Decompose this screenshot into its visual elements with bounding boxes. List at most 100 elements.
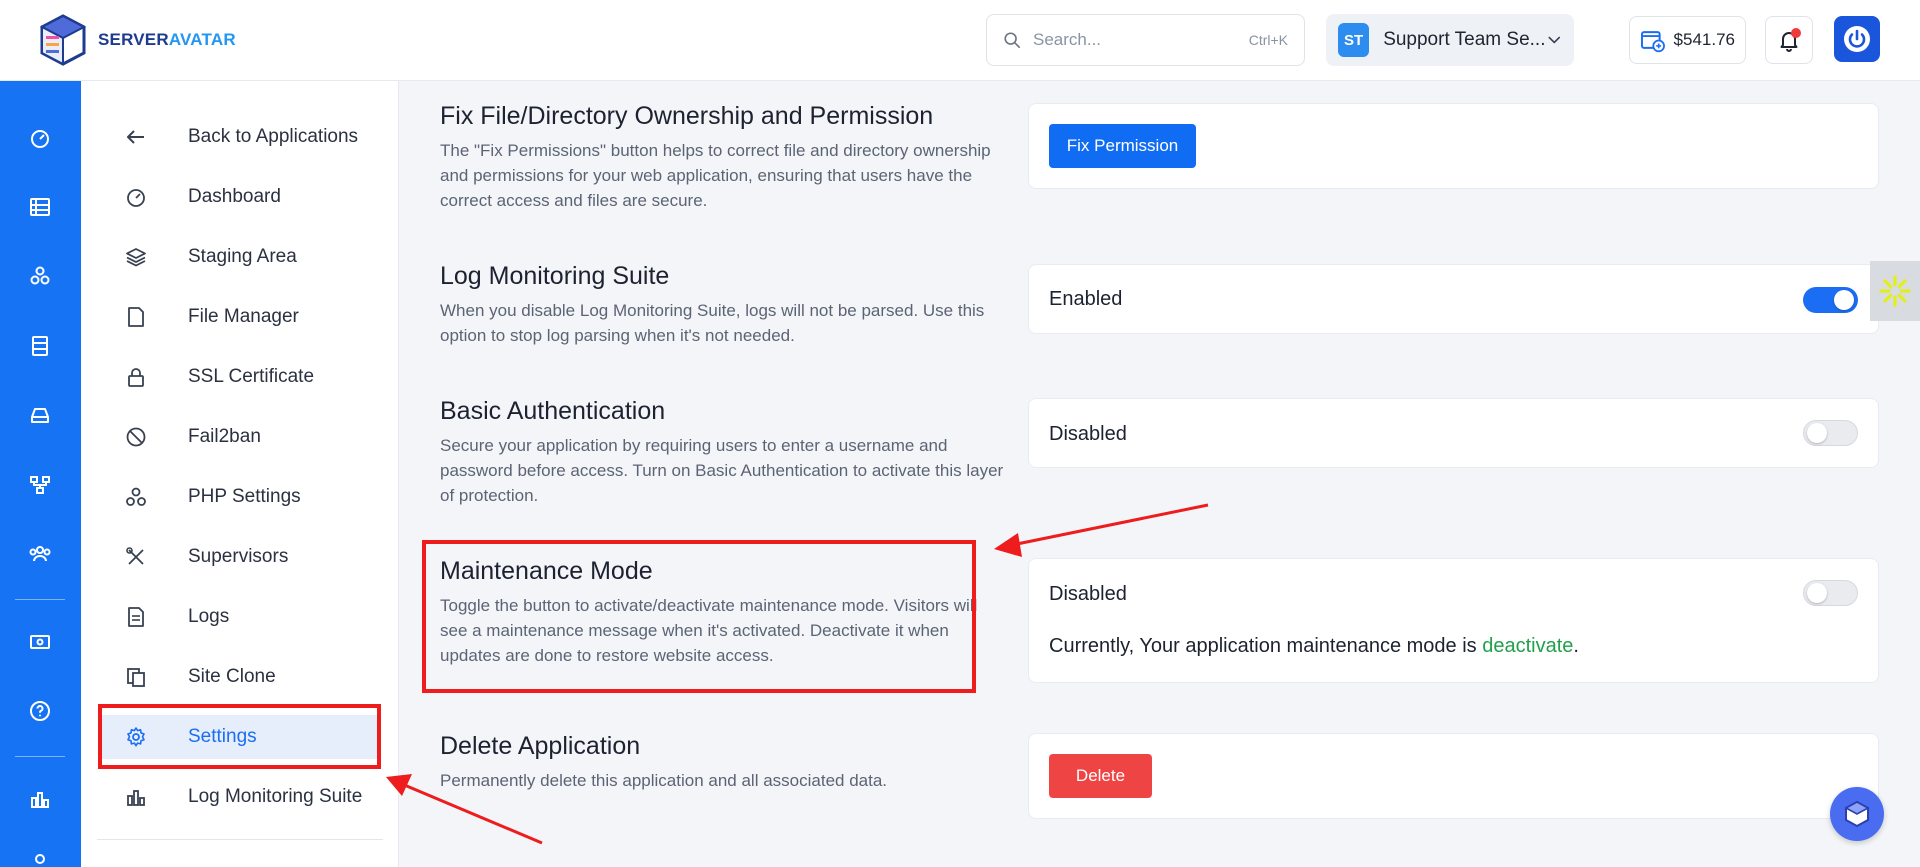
search-placeholder: Search...	[1033, 30, 1102, 49]
php-icon	[126, 487, 146, 506]
maintenance-mode-status: Disabled	[1049, 583, 1127, 605]
copy-icon	[127, 668, 145, 687]
basic-auth-title: Basic Authentication	[440, 397, 666, 425]
main-icon-rail	[0, 81, 81, 867]
brand-name: SERVERAVATAR	[98, 30, 236, 49]
toggle-knob	[1807, 583, 1827, 603]
account-menu-button[interactable]	[1834, 16, 1880, 62]
chat-support-button[interactable]	[1830, 787, 1884, 841]
sidebar-item-label: File Manager	[188, 306, 299, 327]
serveravatar-logo-icon	[39, 14, 87, 66]
server-list-icon[interactable]	[28, 195, 52, 219]
sidebar-item-label: Staging Area	[188, 246, 297, 267]
sidebar-item-label: Site Clone	[188, 666, 276, 687]
log-monitoring-toggle[interactable]	[1803, 287, 1858, 313]
drive-icon[interactable]	[28, 403, 52, 427]
basic-auth-card: Disabled	[1028, 398, 1879, 468]
sidebar-item-label: Back to Applications	[188, 126, 359, 147]
maintenance-mode-card: Disabled Currently, Your application mai…	[1028, 558, 1879, 683]
sidebar-item-ssl-certificate[interactable]: SSL Certificate	[99, 355, 379, 399]
gauge-icon	[127, 189, 145, 207]
sidebar-item-staging-area[interactable]: Staging Area	[99, 235, 379, 279]
sidebar-item-fail2ban[interactable]: Fail2ban	[99, 415, 379, 459]
chat-icon	[1844, 800, 1870, 828]
billing-icon[interactable]	[28, 630, 52, 654]
sidebar-item-label: Log Monitoring Suite	[188, 786, 363, 807]
sidebar-item-label: Supervisors	[188, 546, 289, 567]
file-icon	[128, 307, 144, 327]
brand-logo[interactable]: SERVERAVATAR	[38, 14, 236, 66]
sidebar-item-back-to-applications[interactable]: Back to Applications	[99, 115, 379, 159]
fix-permission-description: The "Fix Permissions" button helps to co…	[440, 141, 991, 210]
arrow-left-icon	[127, 130, 144, 144]
power-icon	[1844, 26, 1870, 52]
toggle-knob	[1807, 423, 1827, 443]
annotation-highlight-maintenance	[422, 540, 976, 693]
document-icon	[128, 607, 144, 627]
ban-icon	[126, 427, 146, 447]
log-monitoring-title: Log Monitoring Suite	[440, 262, 670, 290]
team-icon[interactable]	[28, 542, 52, 566]
search-input[interactable]: Search... Ctrl+K	[986, 14, 1305, 66]
basic-auth-status: Disabled	[1049, 423, 1127, 445]
delete-button[interactable]: Delete	[1049, 754, 1152, 798]
log-monitoring-description: When you disable Log Monitoring Suite, l…	[440, 301, 985, 345]
sidebar-item-log-monitoring-suite[interactable]: Log Monitoring Suite	[99, 775, 379, 819]
rail-divider	[15, 599, 65, 600]
basic-auth-toggle[interactable]	[1803, 420, 1858, 446]
sidebar-item-label: SSL Certificate	[188, 366, 315, 387]
wallet-icon	[1640, 31, 1665, 53]
delete-app-title: Delete Application	[440, 732, 641, 760]
sidebar-item-label: Logs	[188, 606, 230, 627]
cluster-icon[interactable]	[28, 264, 52, 288]
maintenance-status-value: deactivate	[1482, 635, 1574, 657]
delete-app-card: Delete	[1028, 733, 1879, 819]
annotation-highlight-settings	[98, 704, 381, 769]
bar-chart-icon	[127, 790, 145, 806]
sidebar-item-logs[interactable]: Logs	[99, 595, 379, 639]
delete-app-description: Permanently delete this application and …	[440, 771, 888, 790]
maintenance-mode-toggle[interactable]	[1803, 580, 1858, 606]
sidebar-item-label: PHP Settings	[188, 486, 301, 507]
maintenance-current-status: Currently, Your application maintenance …	[1049, 635, 1579, 657]
notification-dot	[1791, 28, 1801, 38]
fix-permission-card: Fix Permission	[1028, 103, 1879, 189]
search-icon	[1004, 32, 1021, 49]
rail-divider	[15, 756, 65, 757]
sidebar-item-dashboard[interactable]: Dashboard	[99, 175, 379, 219]
log-monitoring-card: Enabled	[1028, 264, 1879, 334]
sidebar-divider	[97, 839, 383, 840]
sidebar-item-file-manager[interactable]: File Manager	[99, 295, 379, 339]
help-icon[interactable]	[28, 699, 52, 723]
sidebar-item-php-settings[interactable]: PHP Settings	[99, 475, 379, 519]
basic-auth-description: Secure your application by requiring use…	[440, 436, 1004, 505]
analytics-icon[interactable]	[28, 787, 52, 811]
sidebar-item-label: Dashboard	[188, 186, 281, 207]
network-icon[interactable]	[28, 473, 52, 497]
top-header: SERVERAVATAR Search... Ctrl+K ST Support…	[0, 0, 1920, 81]
fix-permission-title: Fix File/Directory Ownership and Permiss…	[440, 102, 934, 130]
lock-icon	[128, 368, 144, 387]
notifications-button[interactable]	[1765, 16, 1813, 64]
toggle-knob	[1834, 290, 1854, 310]
sparkle-icon	[1879, 275, 1911, 307]
sidebar-item-site-clone[interactable]: Site Clone	[99, 655, 379, 699]
wallet-balance[interactable]: $541.76	[1629, 16, 1746, 64]
tools-icon	[126, 547, 144, 565]
arrow-head	[994, 533, 1022, 557]
team-selector[interactable]: ST Support Team Se...	[1326, 14, 1574, 66]
layers-icon	[126, 248, 146, 267]
fix-permission-button[interactable]: Fix Permission	[1049, 124, 1196, 168]
gauge-icon[interactable]	[28, 126, 52, 150]
sidebar-item-label: Fail2ban	[188, 426, 261, 447]
user-icon[interactable]	[28, 851, 52, 867]
log-monitoring-status: Enabled	[1049, 288, 1123, 310]
balance-value: $541.76	[1673, 30, 1735, 49]
search-shortcut: Ctrl+K	[1248, 32, 1288, 48]
team-avatar: ST	[1338, 23, 1370, 57]
feedback-widget[interactable]	[1870, 261, 1920, 321]
database-icon[interactable]	[28, 334, 52, 358]
sidebar-item-supervisors[interactable]: Supervisors	[99, 535, 379, 579]
chevron-down-icon	[1547, 36, 1560, 44]
team-name: Support Team Se...	[1383, 29, 1546, 50]
